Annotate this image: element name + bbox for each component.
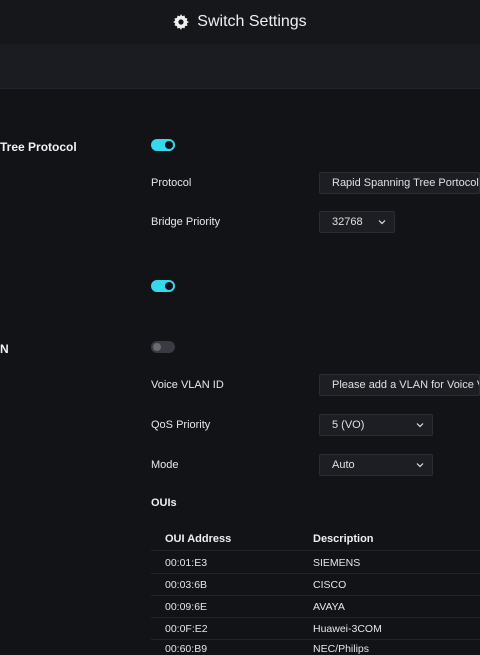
oui-address-cell: 00:01:E3 [165, 557, 208, 569]
voice-vlan-id-select[interactable]: Please add a VLAN for Voice V [319, 374, 480, 396]
description-cell: CISCO [313, 579, 347, 591]
mode-value: Auto [332, 459, 355, 471]
table-divider [151, 595, 480, 596]
mode-label: Mode [151, 459, 179, 471]
chevron-down-icon [416, 423, 424, 428]
toggle-knob [165, 282, 173, 290]
toggle-knob [153, 343, 161, 351]
voice-vlan-id-label: Voice VLAN ID [151, 379, 224, 391]
feature-toggle[interactable] [151, 280, 175, 292]
protocol-value: Rapid Spanning Tree Portocol [332, 177, 479, 189]
table-divider [151, 639, 480, 640]
voice-vlan-id-value: Please add a VLAN for Voice V [332, 379, 480, 391]
bridge-priority-select[interactable]: 32768 [319, 211, 395, 233]
protocol-select[interactable]: Rapid Spanning Tree Portocol [319, 172, 480, 194]
oui-address-cell: 00:0F:E2 [165, 623, 208, 635]
description-cell: NEC/Philips [313, 643, 370, 655]
description-header: Description [313, 533, 374, 545]
bridge-priority-value: 32768 [332, 216, 363, 228]
sub-toolbar [0, 44, 480, 89]
protocol-label: Protocol [151, 177, 192, 189]
description-cell: SIEMENS [313, 557, 361, 569]
gear-icon [173, 14, 190, 30]
table-divider [151, 573, 480, 574]
title-bar: Switch Settings [0, 0, 480, 44]
stp-toggle[interactable] [151, 139, 175, 151]
voice-vlan-section-label: N [0, 342, 9, 356]
description-cell: Huawei-3COM [313, 623, 382, 635]
toggle-knob [165, 141, 173, 149]
table-divider [151, 617, 480, 618]
chevron-down-icon [378, 220, 386, 225]
chevron-down-icon [416, 463, 424, 468]
bridge-priority-label: Bridge Priority [151, 216, 221, 228]
ouis-label: OUIs [151, 497, 177, 509]
oui-address-cell: 00:03:6B [165, 579, 208, 591]
mode-select[interactable]: Auto [319, 454, 433, 476]
qos-priority-label: QoS Priority [151, 419, 211, 431]
stp-section-label: Tree Protocol [0, 140, 77, 154]
oui-address-header: OUI Address [165, 533, 232, 545]
qos-priority-value: 5 (VO) [332, 419, 365, 431]
table-divider [151, 550, 480, 551]
qos-priority-select[interactable]: 5 (VO) [319, 414, 433, 436]
oui-address-cell: 00:60:B9 [165, 643, 208, 655]
oui-address-cell: 00:09:6E [165, 601, 208, 613]
voice-vlan-toggle[interactable] [151, 341, 175, 353]
description-cell: AVAYA [313, 601, 345, 613]
page-title: Switch Settings [197, 13, 307, 30]
